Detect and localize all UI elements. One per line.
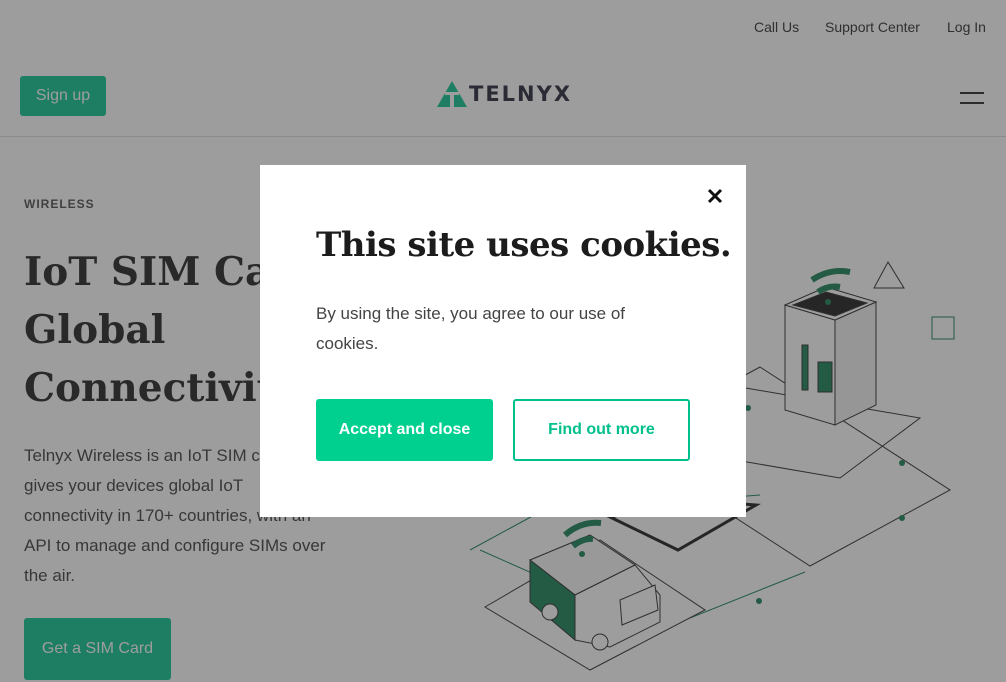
find-out-more-button[interactable]: Find out more	[513, 399, 690, 461]
cookie-modal-title: This site uses cookies.	[316, 225, 732, 265]
accept-and-close-button[interactable]: Accept and close	[316, 399, 493, 461]
cookie-modal: This site uses cookies. By using the sit…	[260, 165, 746, 517]
cookie-modal-text: By using the site, you agree to our use …	[316, 304, 626, 353]
close-icon[interactable]	[705, 186, 725, 206]
